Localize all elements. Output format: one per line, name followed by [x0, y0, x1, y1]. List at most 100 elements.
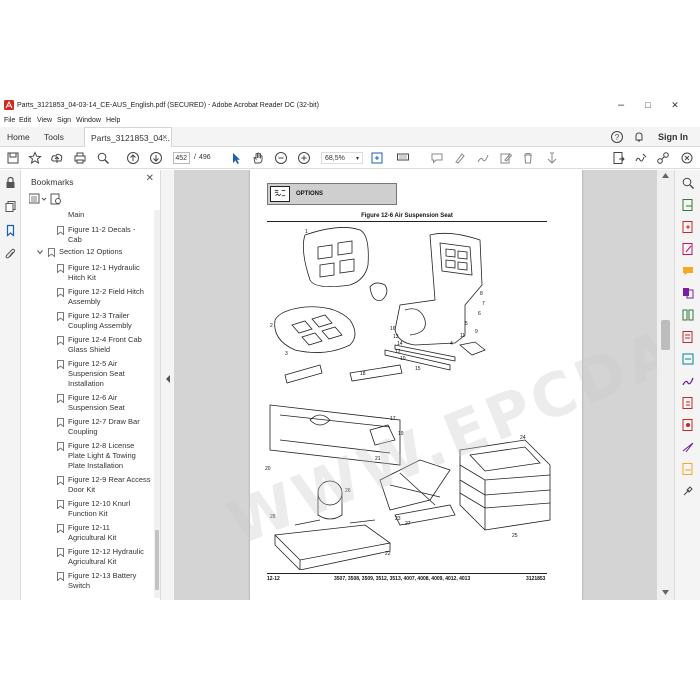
fill-sign-icon[interactable] — [476, 151, 490, 165]
delete-icon[interactable] — [521, 151, 535, 165]
comment-icon[interactable] — [681, 264, 695, 278]
hand-tool-icon[interactable] — [251, 151, 265, 165]
callout-14: 14 — [397, 341, 403, 347]
page-number-input[interactable]: 452 — [173, 152, 190, 164]
bookmark-item[interactable]: Figure 12-11 Agricultural Kit — [57, 523, 116, 543]
menu-edit[interactable]: Edit — [19, 117, 31, 124]
seat-back-cushion — [302, 227, 369, 288]
fill-sign-icon[interactable] — [681, 374, 695, 388]
sign-pen-icon[interactable] — [634, 151, 648, 165]
menu-view[interactable]: View — [37, 117, 52, 124]
scan-ocr-icon[interactable] — [681, 352, 695, 366]
bookmark-item[interactable]: Figure 12-2 Field Hitch Assembly — [57, 287, 144, 307]
bookmarks-header: Bookmarks — [31, 177, 74, 187]
zoom-level-select[interactable]: 68,5% ▾ — [321, 152, 363, 164]
callout-12: 12 — [395, 349, 401, 355]
scroll-up-icon[interactable] — [662, 173, 669, 178]
bookmark-item[interactable]: Figure 12-12 Hydraulic Agricultural Kit — [57, 547, 144, 567]
bookmark-options-menu[interactable] — [29, 193, 69, 205]
menu-sign[interactable]: Sign — [57, 117, 71, 124]
close-window-button[interactable]: ✕ — [664, 97, 686, 113]
bookmark-item[interactable]: Main — [68, 210, 84, 220]
tab-close-button[interactable]: × — [162, 127, 167, 147]
help-icon[interactable]: ? — [610, 130, 624, 144]
create-pdf-icon[interactable] — [681, 220, 695, 234]
more-tools-icon[interactable] — [545, 151, 559, 165]
attachment-paperclip-icon[interactable] — [4, 248, 17, 261]
previous-page-icon[interactable] — [126, 151, 140, 165]
left-navigation-pane — [0, 170, 21, 600]
bookmark-item[interactable]: Figure 11-2 Decals - Cab — [57, 225, 135, 245]
save-icon[interactable] — [6, 151, 20, 165]
more-tools-icon[interactable] — [681, 484, 695, 498]
zoom-in-icon[interactable] — [297, 151, 311, 165]
bookmark-item[interactable]: Figure 12-3 Trailer Coupling Assembly — [57, 311, 132, 331]
search-icon[interactable] — [96, 151, 110, 165]
bookmark-item[interactable]: Figure 12-9 Rear Access Door Kit — [57, 475, 151, 495]
panel-splitter[interactable] — [161, 170, 174, 600]
menu-help[interactable]: Help — [106, 117, 120, 124]
maximize-button[interactable]: □ — [637, 97, 659, 113]
menu-window[interactable]: Window — [76, 117, 101, 124]
combine-files-icon[interactable] — [681, 286, 695, 300]
select-cursor-icon[interactable] — [229, 151, 243, 165]
zoom-level-value: 68,5% — [325, 155, 345, 162]
send-for-signature-icon[interactable] — [681, 440, 695, 454]
menu-file[interactable]: File — [4, 117, 15, 124]
lock-icon[interactable] — [4, 176, 17, 189]
print-icon[interactable] — [73, 151, 87, 165]
scroll-down-icon[interactable] — [662, 590, 669, 595]
tab-home[interactable]: Home — [7, 127, 30, 147]
document-scrollbar-thumb[interactable] — [661, 320, 670, 350]
sign-in-button[interactable]: Sign In — [658, 127, 688, 147]
protect-icon[interactable] — [681, 396, 695, 410]
document-view[interactable]: OPTIONS Figure 12-6 Air Suspension Seat — [174, 170, 657, 600]
organize-pages-icon[interactable] — [681, 308, 695, 322]
bookmark-item[interactable]: Figure 12-13 Battery Switch — [57, 571, 136, 591]
bookmark-item[interactable]: Figure 12-6 Air Suspension Seat — [57, 393, 125, 413]
bookmark-item[interactable]: Figure 12-10 Knurl Function Kit — [57, 499, 130, 519]
stamp-icon[interactable] — [681, 462, 695, 476]
callout-10: 10 — [400, 356, 406, 362]
tab-document[interactable]: Parts_3121853_04... — [84, 127, 172, 147]
next-page-icon[interactable] — [149, 151, 163, 165]
right-tools-pane — [674, 170, 700, 600]
comment-icon[interactable] — [430, 151, 444, 165]
bookmarks-scrollbar[interactable] — [154, 210, 160, 598]
expand-chevron-icon[interactable] — [37, 249, 43, 255]
close-bookmarks-button[interactable]: ✕ — [146, 173, 154, 184]
compress-pdf-icon[interactable] — [681, 330, 695, 344]
bookmarks-scrollbar-thumb[interactable] — [155, 530, 159, 590]
export-menu-icon[interactable] — [680, 151, 694, 165]
keyboard-icon[interactable] — [396, 151, 410, 165]
bookmark-item[interactable]: Figure 12-5 Air Suspension Seat Installati… — [57, 359, 125, 389]
bookmark-item[interactable]: Figure 12-7 Draw Bar Coupling — [57, 417, 140, 437]
bookmark-label: Agricultural Kit — [68, 557, 117, 566]
bookmark-flag-icon — [57, 476, 64, 485]
star-icon[interactable] — [28, 151, 42, 165]
bookmark-icon[interactable] — [4, 224, 17, 237]
fit-page-icon[interactable] — [370, 151, 384, 165]
bookmark-label: Figure 12-2 Field Hitch — [68, 287, 144, 296]
share-link-icon[interactable] — [656, 151, 670, 165]
edit-pdf-icon[interactable] — [681, 242, 695, 256]
bookmark-label: Figure 12-7 Draw Bar — [68, 417, 140, 426]
minimize-button[interactable]: – — [610, 97, 632, 113]
highlight-pen-icon[interactable] — [453, 151, 467, 165]
search-icon[interactable] — [681, 176, 695, 190]
zoom-out-icon[interactable] — [274, 151, 288, 165]
bookmark-section[interactable]: Section 12 Options — [37, 247, 122, 257]
document-scrollbar[interactable] — [657, 170, 674, 600]
edit-icon[interactable] — [499, 151, 513, 165]
tab-tools[interactable]: Tools — [44, 127, 64, 147]
upload-icon[interactable] — [50, 151, 64, 165]
bookmark-item[interactable]: Figure 12-4 Front Cab Glass Shield — [57, 335, 142, 355]
bookmark-item[interactable]: Figure 12-1 Hydraulic Hitch Kit — [57, 263, 140, 283]
pdf-export-icon[interactable] — [612, 151, 626, 165]
export-pdf-icon[interactable] — [681, 198, 695, 212]
page-thumbnails-icon[interactable] — [4, 200, 17, 213]
collapse-arrow-icon[interactable] — [165, 375, 171, 383]
bookmark-item[interactable]: Figure 12-8 License Plate Light & Towing P… — [57, 441, 136, 471]
print-production-icon[interactable] — [681, 418, 695, 432]
notification-bell-icon[interactable] — [632, 130, 646, 144]
